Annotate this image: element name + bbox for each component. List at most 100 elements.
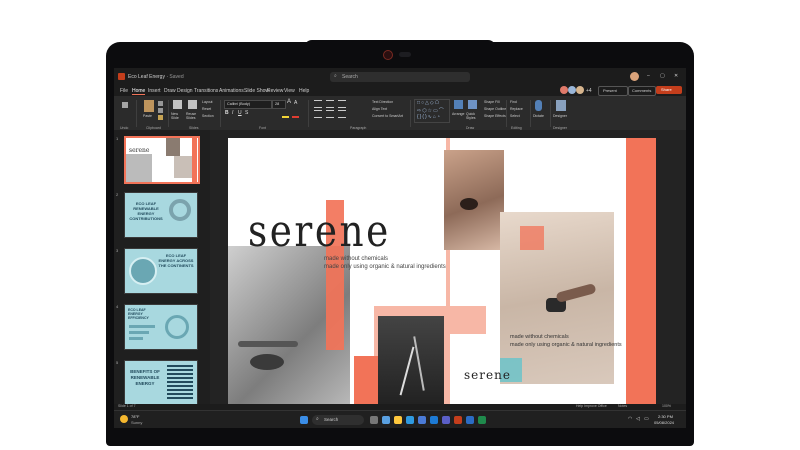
quick-styles-icon[interactable] [468, 100, 477, 109]
battery-icon[interactable]: ▭ [644, 416, 649, 422]
section-button[interactable]: Section [202, 114, 214, 118]
file-explorer-icon[interactable] [394, 416, 402, 424]
format-painter-icon[interactable] [158, 115, 163, 120]
notes-button[interactable]: Notes [618, 404, 627, 408]
select-button[interactable]: Select [510, 114, 520, 118]
menu-draw[interactable]: Draw [164, 88, 176, 94]
decrease-font-icon[interactable]: A [294, 100, 297, 106]
new-slide-icon[interactable] [173, 100, 182, 109]
text-direction-button[interactable]: Text Direction [372, 100, 393, 104]
present-button[interactable]: Present [598, 86, 628, 96]
current-slide[interactable]: serene made without chemicals made only … [228, 138, 656, 404]
reuse-slides-icon[interactable] [188, 100, 197, 109]
align-right-icon[interactable] [338, 110, 346, 118]
slide-tagline-1[interactable]: made without chemicals [324, 256, 388, 262]
paste-icon[interactable] [144, 100, 154, 112]
store-icon[interactable] [418, 416, 426, 424]
font-color-icon[interactable] [292, 110, 299, 118]
sun-weather-icon[interactable] [120, 415, 128, 423]
maximize-icon[interactable]: ▢ [660, 73, 665, 79]
align-left-icon[interactable] [314, 110, 322, 118]
font-name-select[interactable]: Calibri (Body) [224, 100, 272, 109]
slide-caption-1[interactable]: made without chemicals [510, 334, 569, 340]
bullets-icon[interactable] [314, 100, 322, 108]
menu-design[interactable]: Design [177, 88, 193, 94]
strikethrough-icon[interactable]: S [245, 110, 248, 116]
slide-thumbnail-5[interactable]: BENEFITS OF RENEWABLE ENERGY [124, 360, 198, 406]
slide-tagline-2[interactable]: made only using organic & natural ingred… [324, 264, 446, 270]
widgets-icon[interactable] [382, 416, 390, 424]
outlook-icon[interactable] [430, 416, 438, 424]
shapes-gallery[interactable]: □○△◇⬠ ⇨⬡☆▭⌒ {}()∿⌂◔ [414, 99, 450, 123]
find-button[interactable]: Find [510, 100, 517, 104]
close-icon[interactable]: ✕ [674, 73, 678, 79]
slide-thumbnail-2[interactable]: ECO LEAF RENEWABLE ENERGY CONTRIBUTIONS [124, 192, 198, 238]
new-slide-label[interactable]: New Slide [171, 112, 185, 120]
user-avatar[interactable] [630, 72, 639, 81]
font-size-select[interactable]: 28 [272, 100, 286, 109]
reuse-slides-label[interactable]: Reuse Slides [186, 112, 200, 120]
minimize-icon[interactable]: – [647, 73, 650, 79]
menu-transitions[interactable]: Transitions [194, 88, 218, 94]
shape-fill-button[interactable]: Shape Fill [484, 100, 500, 104]
menu-animations[interactable]: Animations [219, 88, 244, 94]
highlight-icon[interactable] [282, 110, 289, 118]
quick-styles-label[interactable]: Quick Styles [466, 112, 480, 120]
align-text-button[interactable]: Align Text [372, 107, 387, 111]
convert-smartart-button[interactable]: Convert to SmartArt [372, 114, 403, 118]
zoom-level[interactable]: 100% [662, 404, 671, 408]
shape-effects-button[interactable]: Shape Effects [484, 114, 506, 118]
clock-date[interactable]: 05/08/2024 [654, 420, 674, 425]
italic-icon[interactable]: I [232, 110, 233, 116]
slide-title[interactable]: serene [248, 206, 391, 257]
arrange-label[interactable]: Arrange [452, 112, 464, 116]
shape-outline-button[interactable]: Shape Outline [484, 107, 506, 111]
increase-font-icon[interactable]: A [287, 99, 291, 105]
edge-icon[interactable] [406, 416, 414, 424]
menu-home[interactable]: Home [132, 88, 146, 95]
indent-icon[interactable] [338, 100, 346, 108]
undo-icon[interactable] [122, 102, 128, 108]
designer-label[interactable]: Designer [553, 114, 567, 118]
copy-icon[interactable] [158, 108, 163, 113]
slide-thumbnail-3[interactable]: ECO LEAF ENERGY ACROSS THE CONTINENTS [124, 248, 198, 294]
numbering-icon[interactable] [326, 100, 334, 108]
menu-view[interactable]: View [284, 88, 295, 94]
powerpoint-taskbar-icon[interactable] [454, 416, 462, 424]
help-improve-link[interactable]: Help Improve Office [576, 404, 607, 408]
comments-button[interactable]: Comments [628, 86, 656, 96]
underline-icon[interactable]: U [238, 110, 242, 116]
task-view-icon[interactable] [370, 416, 378, 424]
designer-icon[interactable] [556, 100, 566, 111]
menu-help[interactable]: Help [299, 88, 309, 94]
reset-button[interactable]: Reset [202, 107, 211, 111]
clock-time[interactable]: 2:30 PM [658, 414, 673, 419]
slide-thumbnail-1[interactable]: serene [124, 136, 200, 184]
wifi-icon[interactable]: ◠ [628, 416, 632, 422]
arrange-icon[interactable] [454, 100, 463, 109]
slide-brand-small[interactable]: serene [464, 368, 511, 382]
paste-label[interactable]: Paste [143, 114, 152, 118]
collaborator-avatar[interactable] [568, 86, 576, 94]
collaborator-avatar[interactable] [560, 86, 568, 94]
cut-icon[interactable] [158, 101, 163, 106]
collaborator-avatar[interactable] [576, 86, 584, 94]
menu-insert[interactable]: Insert [148, 88, 161, 94]
slide-thumbnail-4[interactable]: ECO LEAF ENERGY EFFICIENCY [124, 304, 198, 350]
dictate-label[interactable]: Dictate [533, 114, 544, 118]
word-icon[interactable] [466, 416, 474, 424]
microphone-icon[interactable] [535, 100, 542, 111]
document-title[interactable]: Eco Leaf Energy · Saved [128, 74, 184, 80]
taskbar-search[interactable]: ⌕ Search [312, 415, 364, 425]
replace-button[interactable]: Replace [510, 107, 523, 111]
menu-slide-show[interactable]: Slide Show [244, 88, 269, 94]
search-input[interactable]: ⌕ Search [330, 72, 470, 82]
teams-icon[interactable] [442, 416, 450, 424]
volume-icon[interactable]: ◁ [636, 416, 640, 422]
slide-caption-2[interactable]: made only using organic & natural ingred… [510, 342, 622, 348]
share-button[interactable]: Share [656, 86, 682, 94]
align-center-icon[interactable] [326, 110, 334, 118]
bold-icon[interactable]: B [225, 110, 229, 116]
layout-button[interactable]: Layout [202, 100, 213, 104]
menu-review[interactable]: Review [267, 88, 283, 94]
